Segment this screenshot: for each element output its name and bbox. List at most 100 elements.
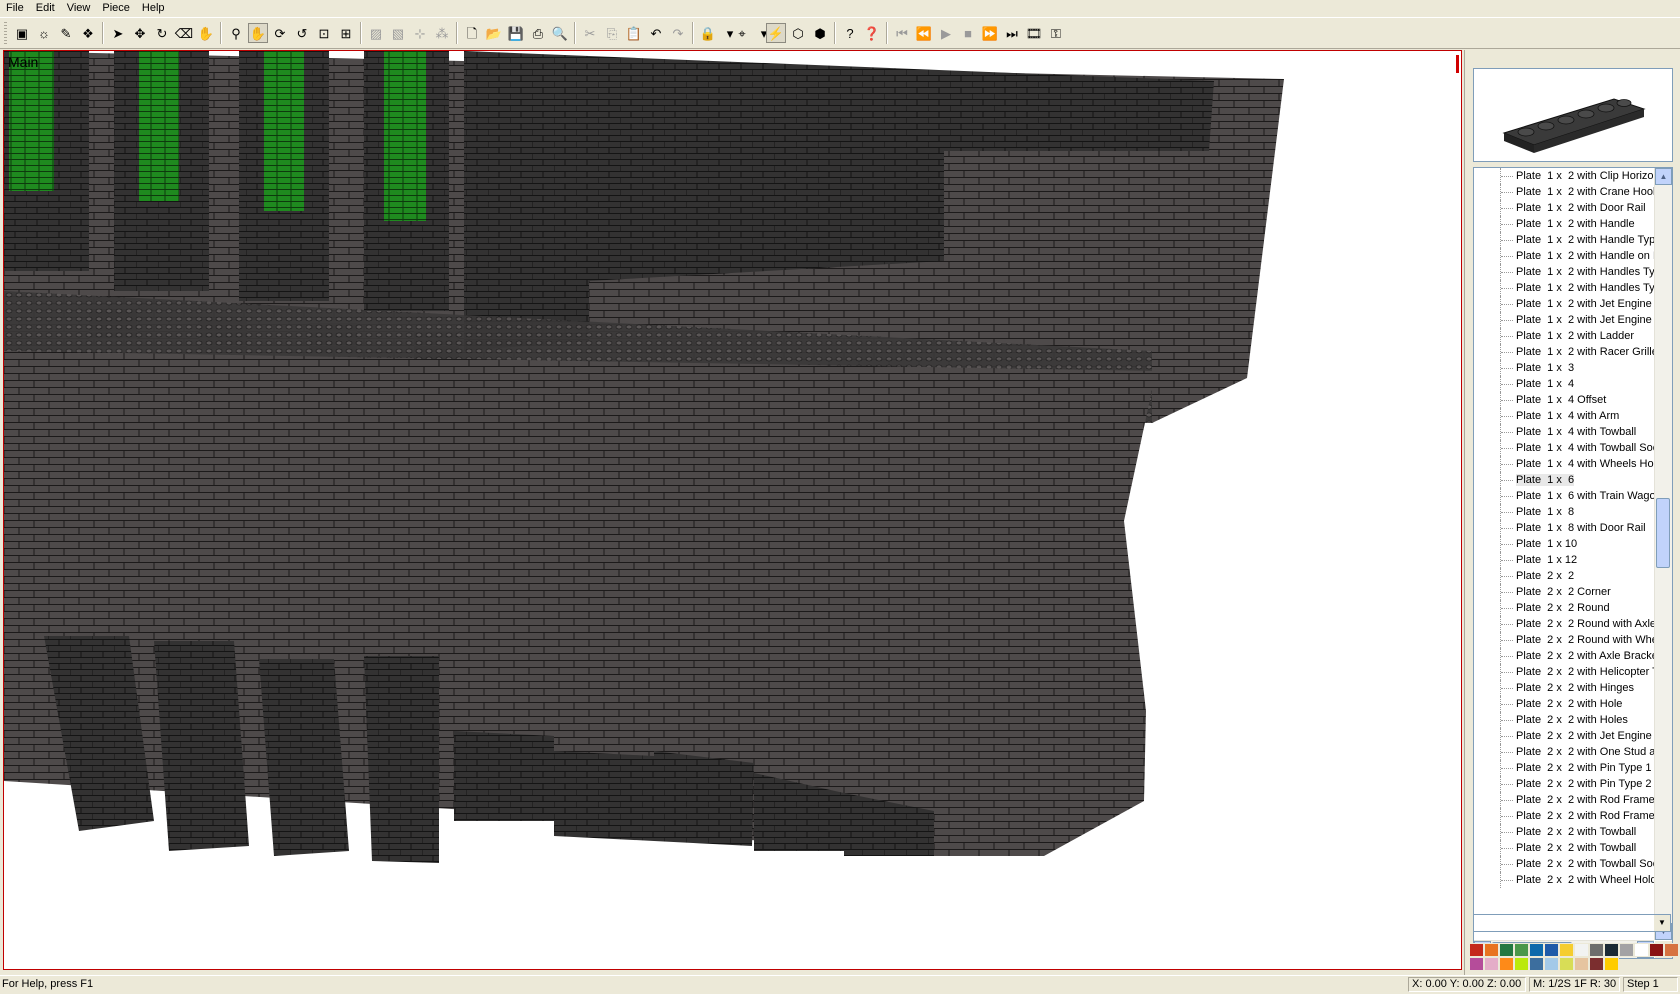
part-item[interactable]: Plate 1 x 3 [1474, 360, 1654, 376]
part-item[interactable]: Plate 1 x 2 with Racer Grille 4 [1474, 344, 1654, 360]
part-item[interactable]: Plate 1 x 4 Offset [1474, 392, 1654, 408]
part-item[interactable]: Plate 2 x 2 with Rod Frame R [1474, 808, 1654, 824]
eraser-icon[interactable]: ⌫ [174, 23, 194, 43]
piece-search-combo[interactable]: ▼ [1473, 914, 1671, 932]
part-item[interactable]: Plate 2 x 2 with Pin Type 2 [1474, 776, 1654, 792]
3d-viewport[interactable]: Main [3, 50, 1462, 970]
part-item[interactable]: Plate 2 x 2 Round with Whee [1474, 632, 1654, 648]
scroll-thumb[interactable] [1656, 498, 1670, 568]
stop-icon[interactable]: ■ [958, 23, 978, 43]
part-item[interactable]: Plate 2 x 2 Corner [1474, 584, 1654, 600]
array-icon[interactable]: ⁂ [432, 23, 452, 43]
part-item[interactable]: Plate 2 x 2 with Helicopter Ta [1474, 664, 1654, 680]
menu-edit[interactable]: Edit [30, 0, 61, 16]
part-item[interactable]: Plate 2 x 2 with Hole [1474, 696, 1654, 712]
snap-icon[interactable]: ⊹ [410, 23, 430, 43]
help-icon[interactable]: ? [840, 23, 860, 43]
color-swatch[interactable] [1574, 957, 1589, 971]
select-icon[interactable]: ➤ [108, 23, 128, 43]
part-item[interactable]: Plate 2 x 2 with Hinges [1474, 680, 1654, 696]
part-item[interactable]: Plate 2 x 2 with Wheel Holder [1474, 872, 1654, 888]
play-icon[interactable]: ▶ [936, 23, 956, 43]
part-item[interactable]: Plate 2 x 2 with Axle Brackets [1474, 648, 1654, 664]
color-swatch[interactable] [1604, 943, 1619, 957]
part-item[interactable]: Plate 1 x 6 with Train Wagon [1474, 488, 1654, 504]
part-item[interactable]: Plate 1 x 2 with Door Rail [1474, 200, 1654, 216]
part-item[interactable]: Plate 2 x 2 with Towball [1474, 840, 1654, 856]
part-item[interactable]: Plate 2 x 2 Round with Axleh [1474, 616, 1654, 632]
scroll-up-icon[interactable]: ▲ [1655, 168, 1672, 185]
part-item[interactable]: Plate 1 x 12 [1474, 552, 1654, 568]
part-item[interactable]: Plate 1 x 2 with Handles Type [1474, 280, 1654, 296]
part-item[interactable]: Plate 2 x 2 with Towball [1474, 824, 1654, 840]
part-item[interactable]: Plate 1 x 2 with Jet Engine ar [1474, 312, 1654, 328]
save-icon[interactable]: 💾 [506, 23, 526, 43]
part-item[interactable]: Plate 2 x 2 with Towball Sock [1474, 856, 1654, 872]
color-swatch[interactable] [1664, 943, 1679, 957]
color-swatch[interactable] [1499, 957, 1514, 971]
part-item[interactable]: Plate 1 x 4 with Towball [1474, 424, 1654, 440]
3d-view-icon[interactable]: ⬡ [788, 23, 808, 43]
part-item[interactable]: Plate 2 x 2 with Pin Type 1 [1474, 760, 1654, 776]
print-preview-icon[interactable]: 🔍 [550, 23, 570, 43]
part-item[interactable]: Plate 1 x 2 with Handles Type [1474, 264, 1654, 280]
chevron-down-icon[interactable]: ▼ [1654, 915, 1670, 931]
part-item[interactable]: Plate 1 x 4 with Arm [1474, 408, 1654, 424]
part-item[interactable]: Plate 2 x 2 with Rod Frame C [1474, 792, 1654, 808]
last-step-icon[interactable]: ⏭ [1002, 23, 1022, 43]
part-item[interactable]: Plate 2 x 2 with One Stud and [1474, 744, 1654, 760]
part-item[interactable]: Plate 1 x 2 with Handle Type [1474, 232, 1654, 248]
roll-icon[interactable]: ↺ [292, 23, 312, 43]
parts-tree[interactable]: Plate 1 x 2 with Clip Horizontal Plate 1 … [1473, 167, 1673, 959]
color-swatch[interactable] [1499, 943, 1514, 957]
camera-icon[interactable]: ✎ [56, 23, 76, 43]
parts-list[interactable]: Plate 1 x 2 with Clip Horizontal Plate 1 … [1474, 168, 1654, 940]
new-file-icon[interactable]: 🗋 [462, 23, 482, 43]
part-item[interactable]: Plate 2 x 2 Round [1474, 600, 1654, 616]
color-swatch[interactable] [1544, 943, 1559, 957]
part-item[interactable]: Plate 1 x 2 with Crane Hook ( [1474, 184, 1654, 200]
color-swatch[interactable] [1514, 957, 1529, 971]
part-item[interactable]: Plate 1 x 4 [1474, 376, 1654, 392]
color-swatch[interactable] [1544, 957, 1559, 971]
hide-icon[interactable]: ▨ [366, 23, 386, 43]
color-swatch[interactable] [1559, 943, 1574, 957]
paint-icon[interactable]: ✋ [196, 23, 216, 43]
part-item[interactable]: Plate 2 x 2 [1474, 568, 1654, 584]
part-item[interactable]: Plate 1 x 2 with Jet Engine ar [1474, 296, 1654, 312]
color-swatch[interactable] [1559, 957, 1574, 971]
rotate-view-icon[interactable]: ⟳ [270, 23, 290, 43]
new-piece-icon[interactable]: ▣ [12, 23, 32, 43]
key-icon[interactable]: ⚿ [1046, 23, 1066, 43]
open-icon[interactable]: 📂 [484, 23, 504, 43]
color-swatch[interactable] [1529, 943, 1544, 957]
part-item[interactable]: Plate 2 x 2 with Jet Engine [1474, 728, 1654, 744]
light-icon[interactable]: ☼ [34, 23, 54, 43]
zoom-region-icon[interactable]: ⊡ [314, 23, 334, 43]
part-item[interactable]: Plate 1 x 4 with Wheels Holde [1474, 456, 1654, 472]
part-item[interactable]: Plate 1 x 8 with Door Rail [1474, 520, 1654, 536]
zoom-extents-icon[interactable]: ⊞ [336, 23, 356, 43]
redo-icon[interactable]: ↷ [668, 23, 688, 43]
copy-icon[interactable]: ⎘ [602, 23, 622, 43]
pan-icon[interactable]: ✋ [248, 23, 268, 43]
group-icon[interactable]: ❖ [78, 23, 98, 43]
next-step-icon[interactable]: ⏩ [980, 23, 1000, 43]
box-icon[interactable]: ⬢ [810, 23, 830, 43]
rotate-icon[interactable]: ↻ [152, 23, 172, 43]
menu-help[interactable]: Help [136, 0, 171, 16]
part-item[interactable]: Plate 1 x 4 with Towball Sock [1474, 440, 1654, 456]
snap-grid-icon[interactable]: ⌖ [732, 23, 752, 43]
color-swatch[interactable] [1649, 943, 1664, 957]
color-swatch[interactable] [1634, 943, 1649, 957]
color-swatch[interactable] [1589, 943, 1604, 957]
color-swatch[interactable] [1574, 943, 1589, 957]
part-item[interactable]: Plate 2 x 2 with Holes [1474, 712, 1654, 728]
unhide-icon[interactable]: ▧ [388, 23, 408, 43]
color-swatch[interactable] [1484, 957, 1499, 971]
color-swatch[interactable] [1469, 943, 1484, 957]
menu-view[interactable]: View [61, 0, 97, 16]
color-swatch[interactable] [1469, 957, 1484, 971]
lock-icon[interactable]: 🔒 [698, 23, 718, 43]
part-item[interactable]: Plate 1 x 8 [1474, 504, 1654, 520]
